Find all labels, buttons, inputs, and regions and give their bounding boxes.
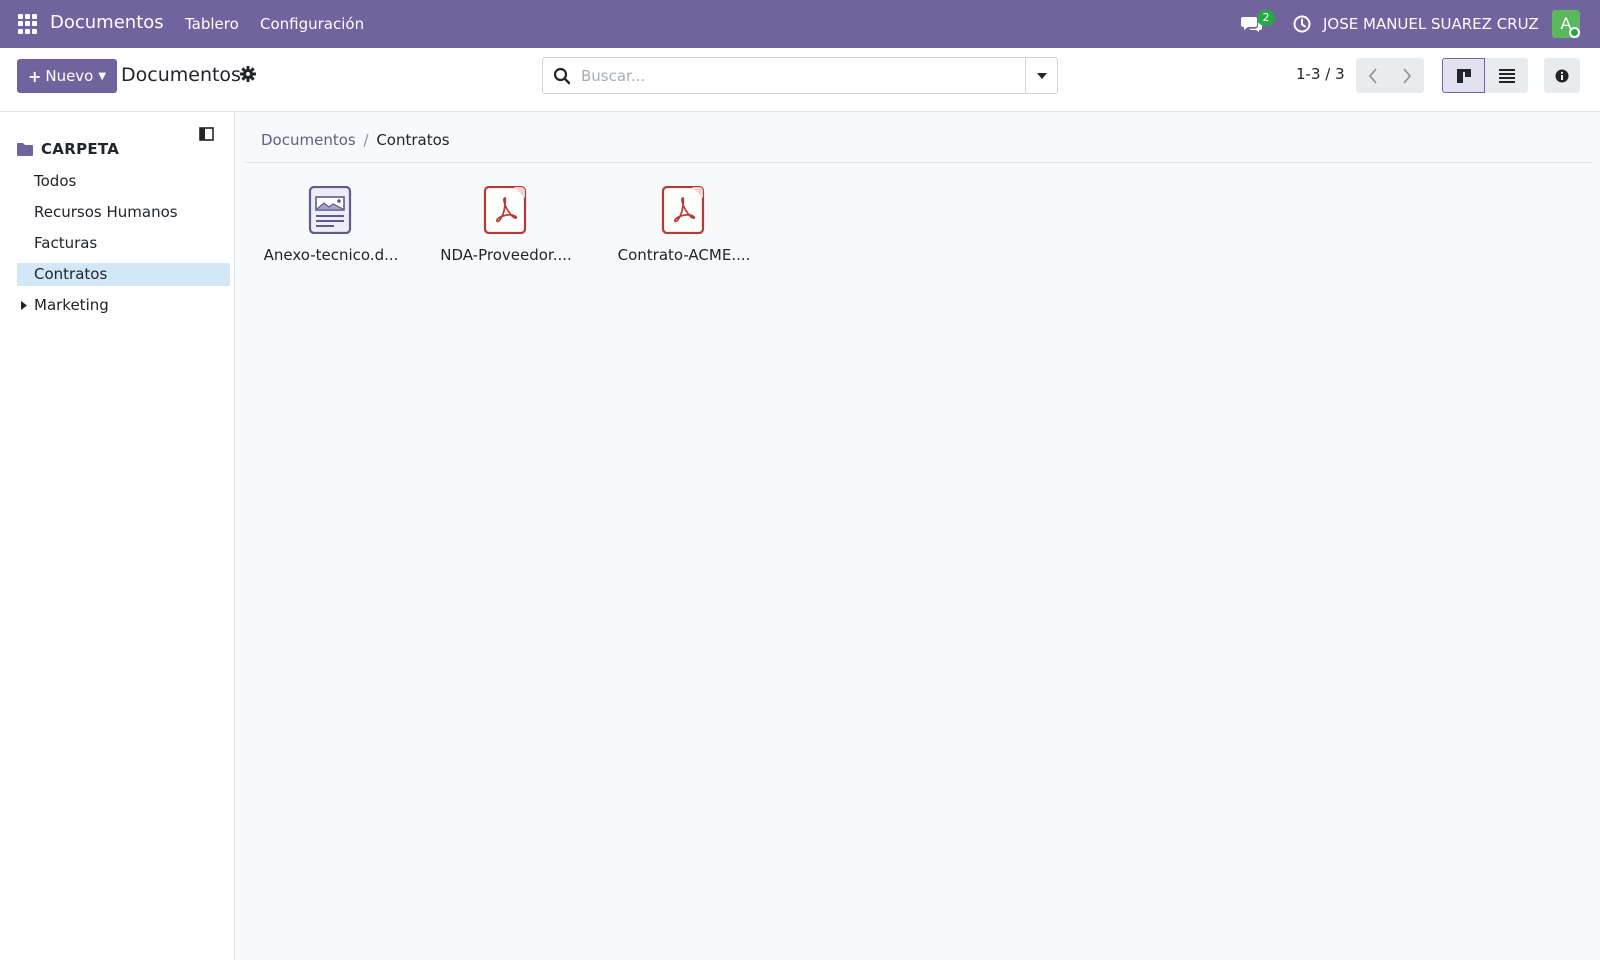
list-view-icon: [1498, 68, 1515, 83]
sidebar-item-facturas[interactable]: Facturas: [17, 232, 230, 255]
sidebar-collapse-icon[interactable]: [199, 127, 214, 141]
search-box: [542, 57, 1058, 94]
menu-tablero[interactable]: Tablero: [185, 15, 239, 33]
clock-icon[interactable]: [1292, 14, 1312, 34]
document-card[interactable]: Contrato-ACME....: [609, 186, 759, 276]
search-icon: [553, 67, 571, 85]
pager-previous-button[interactable]: [1356, 58, 1390, 93]
folder-section-label: CARPETA: [41, 140, 120, 158]
caret-right-icon[interactable]: [21, 301, 27, 310]
folder-sidebar: CARPETA Todos Recursos Humanos Facturas …: [0, 112, 235, 960]
gear-icon[interactable]: [239, 65, 257, 83]
caret-down-icon: ▼: [98, 70, 107, 82]
caret-down-icon: [1036, 72, 1047, 79]
apps-menu-icon[interactable]: [18, 14, 38, 34]
pager-next-button[interactable]: [1390, 58, 1424, 93]
top-navbar: Documentos Tablero Configuración 2 JOSE …: [0, 0, 1600, 48]
documents-kanban: Documentos / Contratos Anexo-tecnico.d..…: [235, 112, 1600, 960]
pager-value[interactable]: 1-3 / 3: [1296, 65, 1345, 83]
control-panel: + Nuevo ▼ Documentos 1-3 / 3: [0, 48, 1600, 112]
page-title: Documentos: [121, 64, 241, 86]
breadcrumb: Documentos / Contratos: [261, 131, 450, 149]
breadcrumb-current: Contratos: [376, 131, 450, 149]
document-name: Anexo-tecnico.d...: [263, 246, 399, 264]
breadcrumb-divider: [245, 162, 1593, 163]
document-card[interactable]: Anexo-tecnico.d...: [256, 186, 406, 276]
app-brand[interactable]: Documentos: [50, 12, 164, 33]
kanban-view-icon: [1456, 68, 1471, 83]
sidebar-item-contratos[interactable]: Contratos: [17, 263, 230, 286]
list-view-button[interactable]: [1485, 58, 1528, 93]
sidebar-item-label: Marketing: [34, 296, 109, 314]
new-button[interactable]: + Nuevo ▼: [17, 59, 117, 93]
document-card[interactable]: NDA-Proveedor....: [431, 186, 581, 276]
folder-icon: [17, 143, 33, 156]
sidebar-item-todos[interactable]: Todos: [17, 170, 230, 193]
image-document-icon: [308, 186, 352, 234]
kanban-view-button[interactable]: [1442, 58, 1485, 93]
chat-count-badge: 2: [1257, 10, 1275, 26]
folder-section-header: CARPETA: [17, 140, 119, 158]
breadcrumb-documentos[interactable]: Documentos: [261, 131, 356, 149]
menu-configuracion[interactable]: Configuración: [260, 15, 364, 33]
pdf-icon: [661, 186, 705, 234]
new-button-label: Nuevo: [45, 67, 94, 85]
chevron-left-icon: [1368, 67, 1377, 84]
search-input[interactable]: [581, 59, 1011, 92]
info-icon: [1555, 69, 1569, 82]
sidebar-item-recursos-humanos[interactable]: Recursos Humanos: [17, 201, 230, 224]
chevron-right-icon: [1403, 67, 1412, 84]
info-button[interactable]: [1544, 58, 1580, 93]
sidebar-item-marketing[interactable]: Marketing: [17, 294, 230, 317]
document-name: Contrato-ACME....: [617, 246, 751, 264]
document-name: NDA-Proveedor....: [440, 246, 572, 264]
plus-icon: +: [27, 66, 42, 86]
breadcrumb-separator: /: [363, 131, 369, 149]
user-menu[interactable]: JOSE MANUEL SUAREZ CRUZ: [1323, 15, 1539, 33]
pdf-icon: [483, 186, 527, 234]
search-options-toggle[interactable]: [1025, 58, 1057, 93]
online-status-dot: [1569, 27, 1580, 38]
